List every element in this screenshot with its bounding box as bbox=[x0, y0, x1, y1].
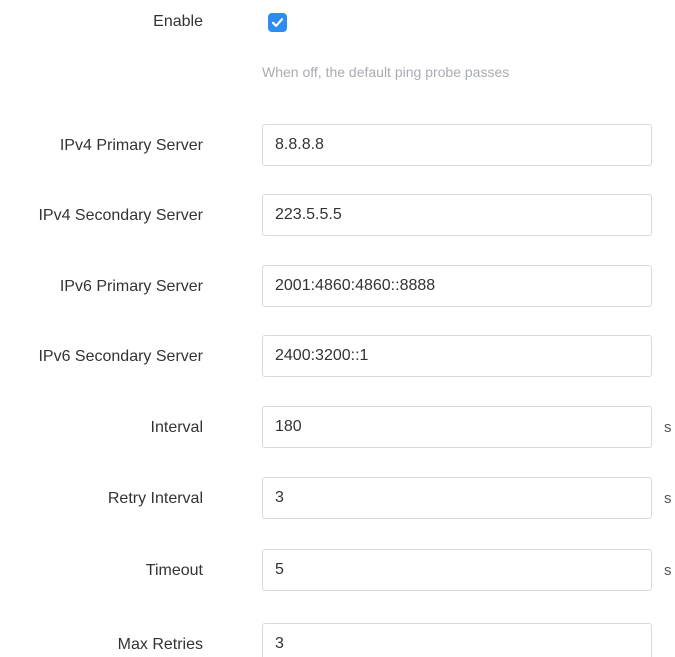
enable-checkbox[interactable] bbox=[268, 13, 287, 32]
max-retries-row: Max Retries bbox=[0, 623, 675, 657]
timeout-row: Timeout s bbox=[0, 549, 675, 593]
ipv6-secondary-input[interactable] bbox=[262, 335, 652, 377]
enable-hint-text: When off, the default ping probe passes bbox=[262, 64, 510, 80]
enable-row: Enable bbox=[0, 0, 675, 44]
retry-interval-input[interactable] bbox=[262, 477, 652, 519]
ipv6-primary-row: IPv6 Primary Server bbox=[0, 265, 675, 309]
max-retries-input[interactable] bbox=[262, 623, 652, 657]
ipv4-primary-input[interactable] bbox=[262, 124, 652, 166]
ipv4-primary-label: IPv4 Primary Server bbox=[59, 137, 203, 154]
ipv6-secondary-row: IPv6 Secondary Server bbox=[0, 335, 675, 379]
enable-label: Enable bbox=[153, 13, 203, 30]
ipv6-secondary-label: IPv6 Secondary Server bbox=[38, 348, 203, 365]
timeout-unit: s bbox=[664, 562, 672, 579]
retry-interval-label: Retry Interval bbox=[107, 490, 203, 507]
check-icon bbox=[271, 18, 284, 27]
timeout-label: Timeout bbox=[145, 562, 203, 579]
retry-interval-row: Retry Interval s bbox=[0, 477, 675, 521]
interval-input[interactable] bbox=[262, 406, 652, 448]
max-retries-label: Max Retries bbox=[117, 636, 203, 653]
ipv4-secondary-label: IPv4 Secondary Server bbox=[38, 207, 203, 224]
retry-interval-unit: s bbox=[664, 490, 672, 507]
interval-row: Interval s bbox=[0, 406, 675, 450]
ipv4-primary-row: IPv4 Primary Server bbox=[0, 124, 675, 168]
interval-label: Interval bbox=[150, 419, 203, 436]
ipv4-secondary-row: IPv4 Secondary Server bbox=[0, 194, 675, 238]
ipv4-secondary-input[interactable] bbox=[262, 194, 652, 236]
ping-probe-settings-form: Enable When off, the default ping probe … bbox=[0, 0, 675, 657]
timeout-input[interactable] bbox=[262, 549, 652, 591]
ipv6-primary-label: IPv6 Primary Server bbox=[59, 278, 203, 295]
ipv6-primary-input[interactable] bbox=[262, 265, 652, 307]
interval-unit: s bbox=[664, 419, 672, 436]
